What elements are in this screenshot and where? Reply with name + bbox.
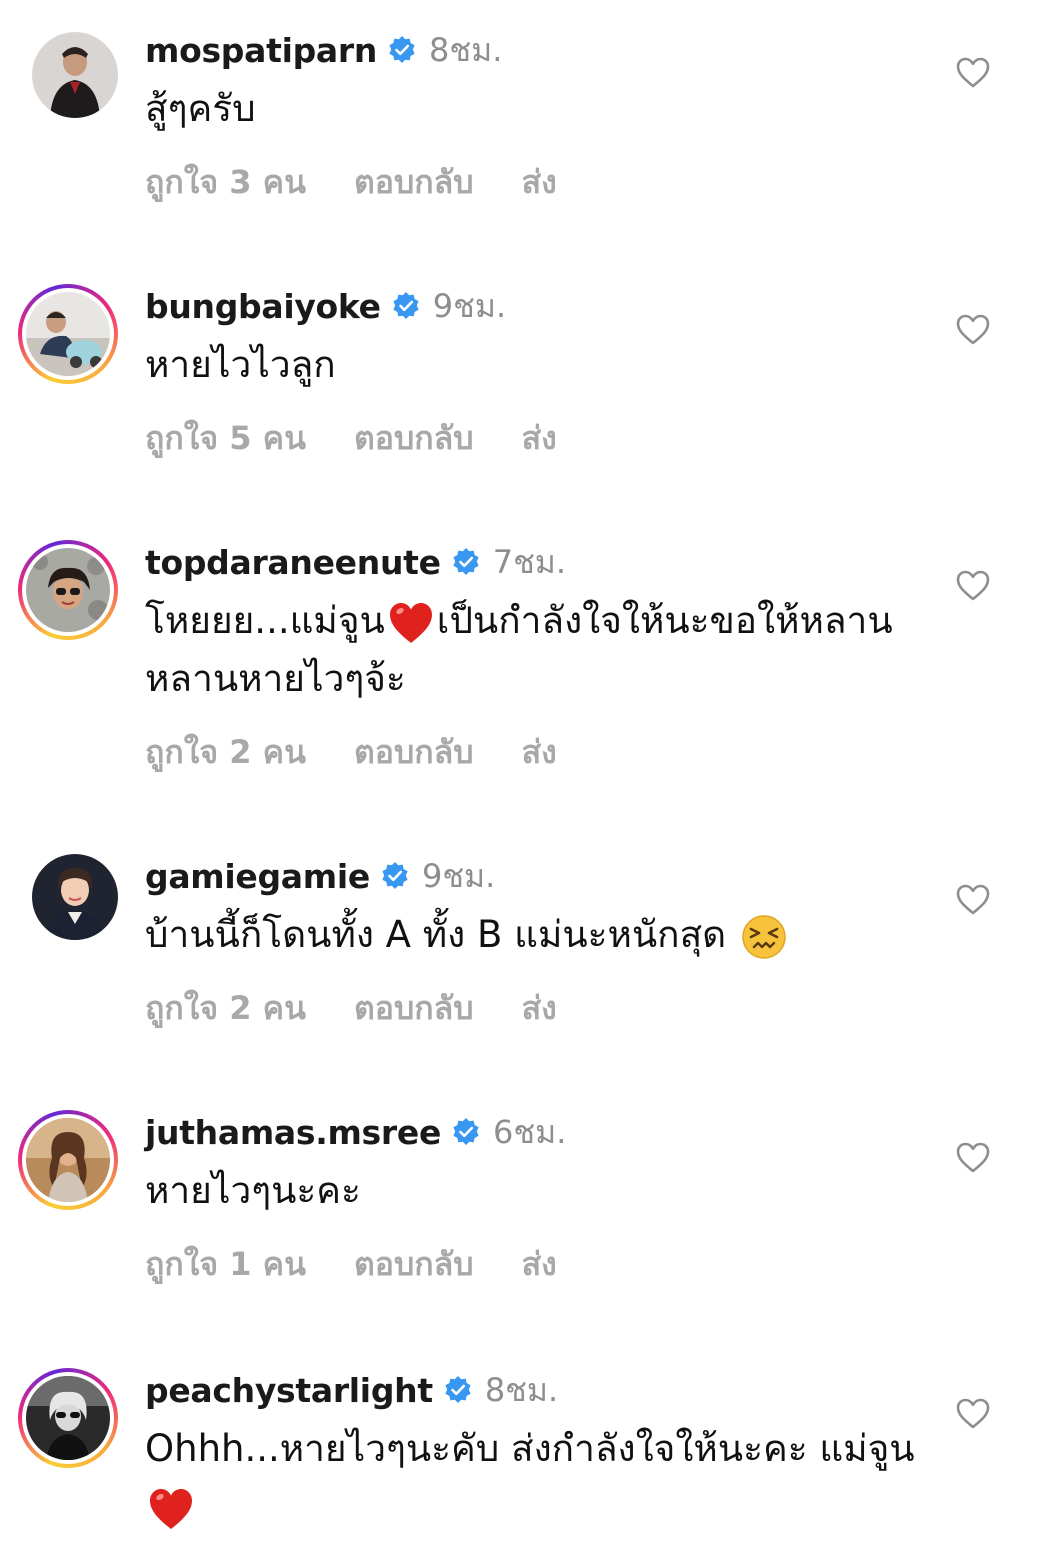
avatar[interactable] xyxy=(32,32,118,118)
send-button[interactable]: ส่ง xyxy=(522,983,557,1034)
username[interactable]: juthamas.msree xyxy=(145,1113,441,1152)
avatar[interactable] xyxy=(18,284,118,384)
comment-text: โหยยย...แม่จูน เป็นกำลังใจให้นะขอให้หลานห… xyxy=(145,592,945,708)
likes-count-button[interactable]: ถูกใจ 1 คน xyxy=(145,1239,306,1290)
likes-count-button[interactable]: ถูกใจ 2 คน xyxy=(145,727,306,778)
likes-count-button[interactable]: ถูกใจ 2 คน xyxy=(145,983,306,1034)
reply-button[interactable]: ตอบกลับ xyxy=(354,727,474,778)
comment-text: หายไวไวลูก xyxy=(145,336,945,394)
avatar[interactable] xyxy=(18,540,118,640)
heart-outline-icon[interactable] xyxy=(955,312,991,348)
comment-header: gamiegamie 9ชม. xyxy=(145,854,495,898)
comment-text-content: สู้ๆครับ xyxy=(145,87,256,130)
comment-header: bungbaiyoke 9ชม. xyxy=(145,284,506,328)
avatar[interactable] xyxy=(32,854,118,940)
comment-time: 8ชม. xyxy=(484,1370,559,1409)
red-heart-emoji xyxy=(387,599,435,647)
comment-text-content: หายไวๆนะคะ xyxy=(145,1169,361,1212)
comment-actions: ถูกใจ 5 คน ตอบกลับ ส่ง xyxy=(145,416,557,460)
comment-text: บ้านนี้ก็โดนทั้ง A ทั้ง B แม่นะหนักสุด xyxy=(145,906,945,964)
comment-time: 8ชม. xyxy=(429,30,503,69)
username[interactable]: topdaraneenute xyxy=(145,543,441,582)
comment-text-content: Ohhh...หายไวๆนะคับ ส่งกำลังใจให้นะคะ แม่… xyxy=(145,1427,915,1470)
comment-header: juthamas.msree 6ชม. xyxy=(145,1110,566,1154)
comment-header: topdaraneenute 7ชม. xyxy=(145,540,566,584)
comment-actions: ถูกใจ 3 คน ตอบกลับ ส่ง xyxy=(145,160,557,204)
reply-button[interactable]: ตอบกลับ xyxy=(354,413,474,464)
username[interactable]: gamiegamie xyxy=(145,857,370,896)
comment-time: 9ชม. xyxy=(432,286,507,325)
reply-button[interactable]: ตอบกลับ xyxy=(354,1239,474,1290)
comment-actions: ถูกใจ 2 คน ตอบกลับ ส่ง xyxy=(145,730,557,774)
red-heart-emoji xyxy=(147,1485,195,1533)
avatar[interactable] xyxy=(18,1368,118,1468)
verified-badge-icon xyxy=(380,861,410,891)
verified-badge-icon xyxy=(451,547,481,577)
verified-badge-icon xyxy=(387,35,417,65)
comment-header: mospatiparn 8ชม. xyxy=(145,28,502,72)
verified-badge-icon xyxy=(391,291,421,321)
comment-text-content: โหยยย...แม่จูน xyxy=(145,599,385,642)
comment-actions: ถูกใจ 1 คน ตอบกลับ ส่ง xyxy=(145,1242,557,1286)
comment-time: 6ชม. xyxy=(493,1112,567,1151)
username[interactable]: bungbaiyoke xyxy=(145,287,381,326)
confounded-face-emoji xyxy=(740,913,788,961)
comment-text: สู้ๆครับ xyxy=(145,80,945,138)
send-button[interactable]: ส่ง xyxy=(522,157,557,208)
verified-badge-icon xyxy=(443,1375,473,1405)
comment-text: Ohhh...หายไวๆนะคับ ส่งกำลังใจให้นะคะ แม่… xyxy=(145,1420,945,1536)
comment-text-content: หายไวไวลูก xyxy=(145,343,336,386)
likes-count-button[interactable]: ถูกใจ 3 คน xyxy=(145,157,306,208)
username[interactable]: peachystarlight xyxy=(145,1371,433,1410)
reply-button[interactable]: ตอบกลับ xyxy=(354,157,474,208)
comment-actions: ถูกใจ 2 คน ตอบกลับ ส่ง xyxy=(145,986,557,1030)
send-button[interactable]: ส่ง xyxy=(522,727,557,778)
heart-outline-icon[interactable] xyxy=(955,55,991,91)
heart-outline-icon[interactable] xyxy=(955,1140,991,1176)
comment-text: หายไวๆนะคะ xyxy=(145,1162,945,1220)
likes-count-button[interactable]: ถูกใจ 5 คน xyxy=(145,413,306,464)
comment-header: peachystarlight 8ชม. xyxy=(145,1368,558,1412)
avatar[interactable] xyxy=(18,1110,118,1210)
comment-text-content: บ้านนี้ก็โดนทั้ง A ทั้ง B แม่นะหนักสุด xyxy=(145,913,727,956)
reply-button[interactable]: ตอบกลับ xyxy=(354,983,474,1034)
heart-outline-icon[interactable] xyxy=(955,1396,991,1432)
username[interactable]: mospatiparn xyxy=(145,31,377,70)
send-button[interactable]: ส่ง xyxy=(522,1239,557,1290)
heart-outline-icon[interactable] xyxy=(955,882,991,918)
heart-outline-icon[interactable] xyxy=(955,568,991,604)
verified-badge-icon xyxy=(451,1117,481,1147)
send-button[interactable]: ส่ง xyxy=(522,413,557,464)
comment-time: 7ชม. xyxy=(492,542,567,581)
comment-time: 9ชม. xyxy=(421,856,496,895)
